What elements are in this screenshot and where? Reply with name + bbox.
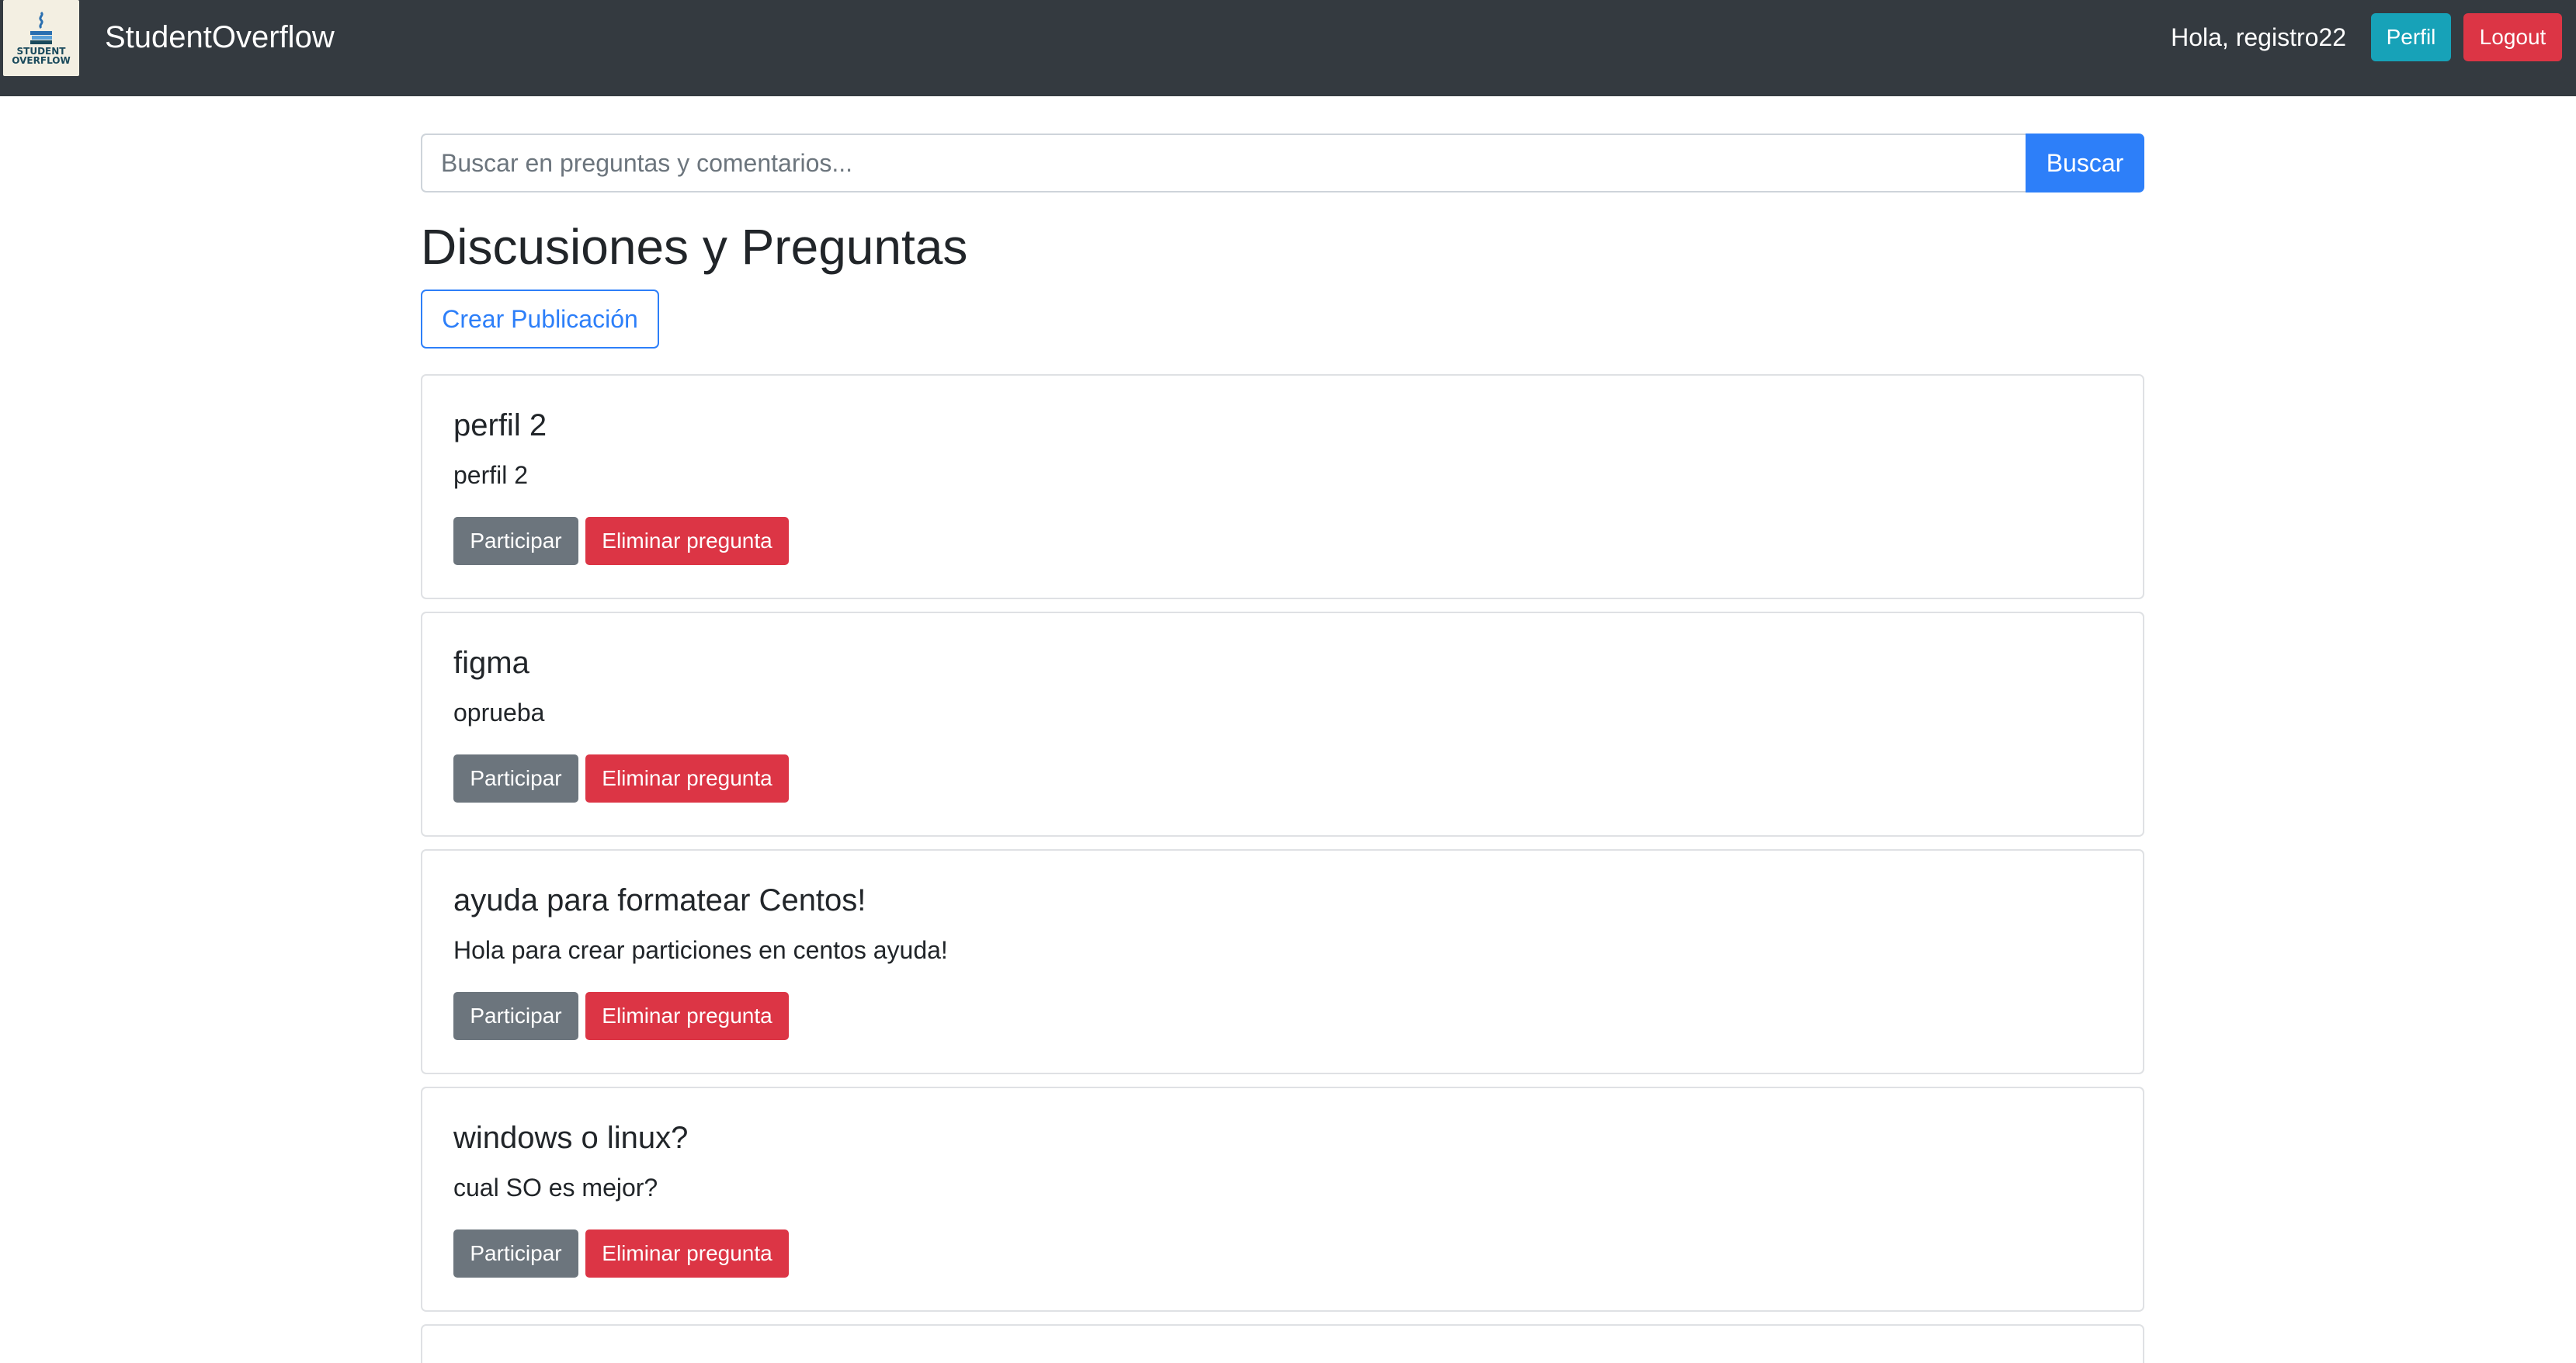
logo-text: STUDENT OVERFLOW: [12, 46, 71, 66]
question-body: perfil 2: [453, 461, 529, 489]
question-body: cual SO es mejor?: [453, 1174, 658, 1202]
participate-button[interactable]: Participar: [453, 754, 578, 803]
question-actions: Participar Eliminar pregunta: [453, 1229, 789, 1278]
question-card: ayuda para formatear Centos! Hola para c…: [421, 849, 2144, 1074]
question-body: Hola para crear particiones en centos ay…: [453, 936, 948, 964]
question-title: figma: [453, 646, 529, 680]
participate-button[interactable]: Participar: [453, 1229, 578, 1278]
create-post-button[interactable]: Crear Publicación: [421, 290, 659, 349]
page-title: Discusiones y Preguntas: [421, 219, 968, 275]
delete-question-button[interactable]: Eliminar pregunta: [585, 992, 789, 1040]
question-actions: Participar Eliminar pregunta: [453, 992, 789, 1040]
question-actions: Participar Eliminar pregunta: [453, 754, 789, 803]
participate-button[interactable]: Participar: [453, 992, 578, 1040]
top-navbar: STUDENT OVERFLOW StudentOverflow Hola, r…: [0, 0, 2576, 96]
question-card: perfil 2 perfil 2 Participar Eliminar pr…: [421, 374, 2144, 599]
user-greeting: Hola, registro22: [2171, 23, 2346, 51]
delete-question-button[interactable]: Eliminar pregunta: [585, 754, 789, 803]
brand-name[interactable]: StudentOverflow: [105, 19, 335, 56]
search-button[interactable]: Buscar: [2026, 134, 2144, 192]
logout-button[interactable]: Logout: [2463, 13, 2562, 61]
search-input[interactable]: [421, 134, 2026, 192]
delete-question-button[interactable]: Eliminar pregunta: [585, 1229, 789, 1278]
question-card: [421, 1324, 2144, 1363]
participate-button[interactable]: Participar: [453, 517, 578, 565]
logo[interactable]: STUDENT OVERFLOW: [3, 0, 79, 76]
question-title: perfil 2: [453, 408, 547, 442]
question-title: windows o linux?: [453, 1121, 689, 1155]
question-title: ayuda para formatear Centos!: [453, 883, 866, 917]
delete-question-button[interactable]: Eliminar pregunta: [585, 517, 789, 565]
question-card: windows o linux? cual SO es mejor? Parti…: [421, 1087, 2144, 1312]
question-actions: Participar Eliminar pregunta: [453, 517, 789, 565]
question-card: figma oprueba Participar Eliminar pregun…: [421, 612, 2144, 837]
search-bar: Buscar: [421, 134, 2144, 192]
book-stack-icon: [30, 11, 52, 44]
question-body: oprueba: [453, 699, 545, 727]
profile-button[interactable]: Perfil: [2371, 13, 2451, 61]
